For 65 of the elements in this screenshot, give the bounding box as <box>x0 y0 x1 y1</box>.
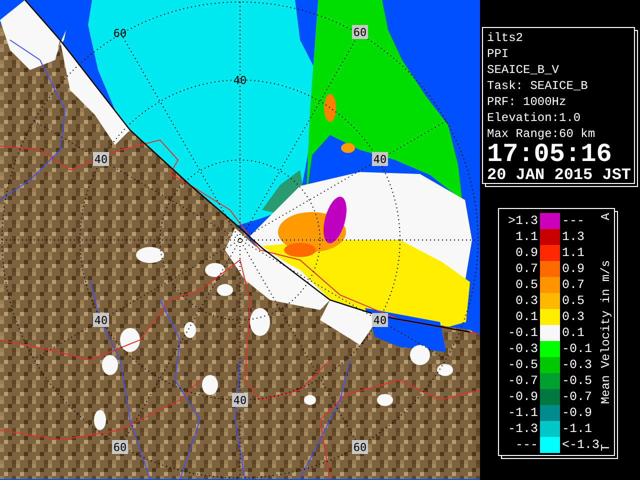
legend-label: -0.3 <box>562 358 594 372</box>
range-label: 40 <box>93 313 109 327</box>
legend-label: -0.3 <box>506 342 538 356</box>
legend-label: 0.5 <box>514 278 538 292</box>
range-label: 40 <box>93 152 109 166</box>
legend-label: -1.3 <box>506 422 538 436</box>
legend-label: 0.9 <box>514 246 538 260</box>
echo-patch <box>184 322 196 338</box>
legend-label: 0.5 <box>562 294 586 308</box>
echo-patch <box>94 410 106 430</box>
echo-patch <box>304 395 316 405</box>
legend-label: >1.3 <box>506 214 538 228</box>
legend-label: -0.1 <box>506 326 538 340</box>
echo-cell <box>324 94 336 122</box>
range-label: 60 <box>352 440 368 454</box>
legend-label: 0.1 <box>562 326 586 340</box>
info-line: Max Range:60 km <box>487 126 596 142</box>
info-line: PPI <box>487 46 510 62</box>
info-line: Task: SEAICE_B <box>487 78 589 94</box>
legend-title: Mean Velocity in m/s <box>598 260 612 404</box>
info-line: ilts2 <box>487 30 524 46</box>
date-text: 20 JAN 2015 JST <box>487 166 632 184</box>
echo-patch <box>410 345 430 365</box>
range-label: 40 <box>233 74 247 87</box>
legend-label: -0.9 <box>506 390 538 404</box>
legend-label: -1.1 <box>506 406 538 420</box>
legend-label: -0.1 <box>562 342 594 356</box>
echo-patch <box>202 375 218 395</box>
legend-label: 0.9 <box>562 262 586 276</box>
echo-patch <box>120 328 140 352</box>
legend-label: --- <box>562 214 586 228</box>
echo-core-drawing <box>278 196 346 257</box>
range-label: 40 <box>372 152 388 166</box>
echo-patch <box>136 247 164 263</box>
legend-label: -0.9 <box>562 406 594 420</box>
legend-label: 0.7 <box>562 278 586 292</box>
range-label: 40 <box>372 313 388 327</box>
legend-label: <-1.3 <box>562 438 597 452</box>
legend-label: -0.7 <box>562 390 594 404</box>
range-label: 60 <box>112 440 128 454</box>
legend-label: 1.1 <box>562 246 586 260</box>
range-label: 60 <box>113 27 127 40</box>
echo-cell <box>341 143 355 153</box>
legend-label: 0.7 <box>514 262 538 276</box>
legend-label: 0.3 <box>514 294 538 308</box>
info-line: SEAICE_B_V <box>487 62 560 78</box>
legend-mark: T <box>598 444 612 451</box>
range-label: 40 <box>232 393 248 407</box>
info-line: Elevation:1.0 <box>487 110 582 126</box>
legend-label: 1.3 <box>562 230 586 244</box>
legend-label: -1.1 <box>562 422 594 436</box>
legend-label: -0.5 <box>562 374 594 388</box>
echo-patch <box>102 355 118 375</box>
legend-label: 1.1 <box>514 230 538 244</box>
legend-label: -0.7 <box>506 374 538 388</box>
info-line: PRF: 1000Hz <box>487 94 568 110</box>
range-label: 60 <box>352 25 368 39</box>
legend-label: -0.5 <box>506 358 538 372</box>
time-text: 17:05:16 <box>487 142 612 166</box>
legend-mark: A <box>598 213 612 220</box>
echo-patch <box>377 394 393 406</box>
legend-label: --- <box>514 438 538 452</box>
echo-patch <box>437 364 453 376</box>
legend-label: 0.3 <box>562 310 586 324</box>
legend-label: 0.1 <box>514 310 538 324</box>
